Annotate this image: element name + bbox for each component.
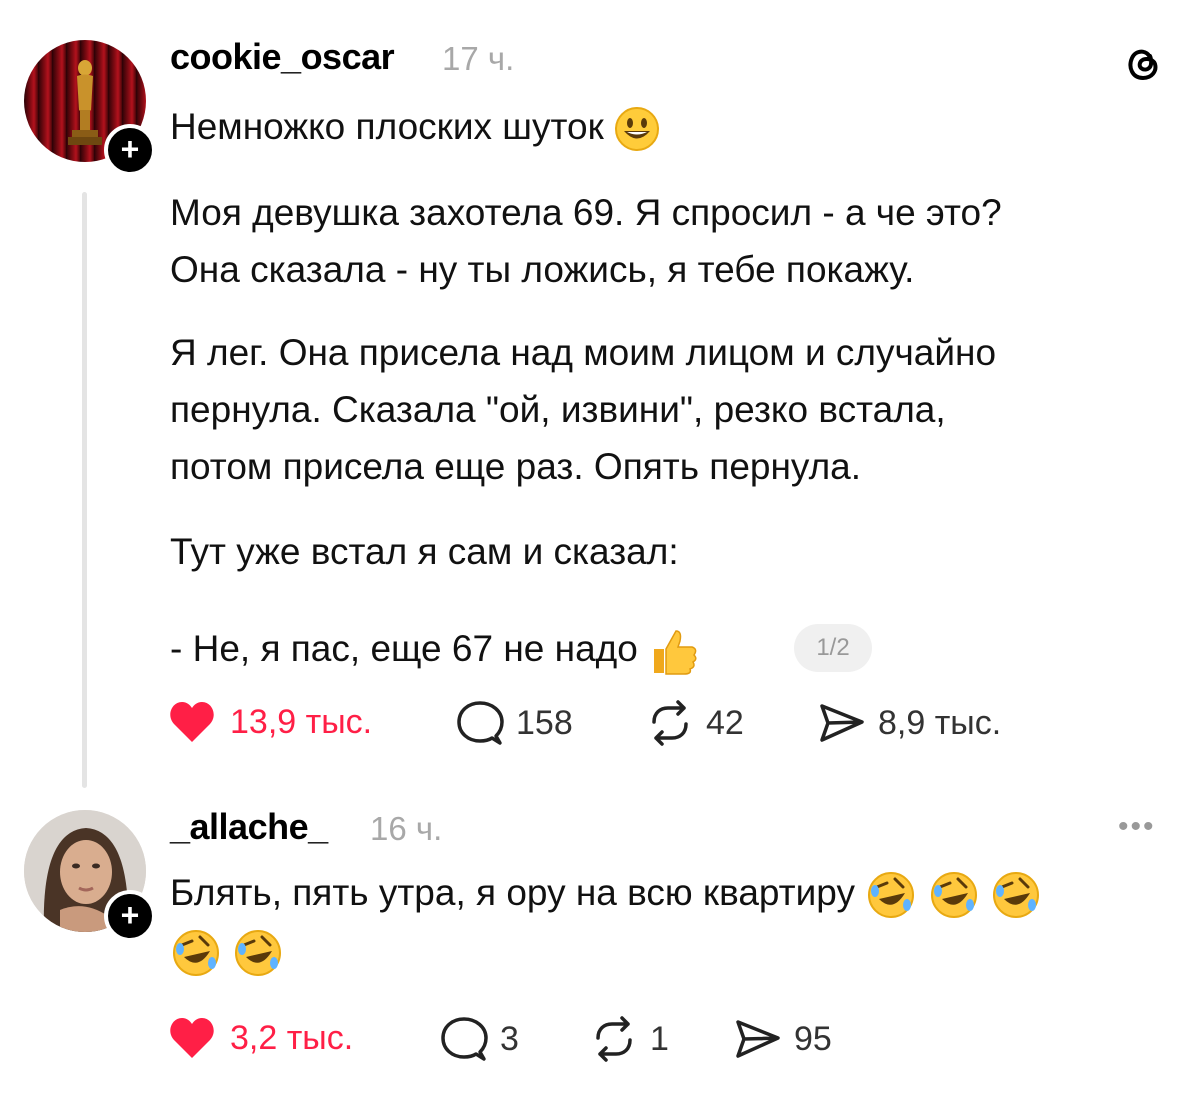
post-heading: Немножко плоских шуток [170, 106, 604, 147]
comment-button[interactable]: 158 [456, 700, 573, 746]
repost-count: 1 [650, 1019, 669, 1058]
thread-line [82, 192, 87, 788]
share-count: 8,9 тыс. [878, 703, 1002, 742]
like-button[interactable]: 3,2 тыс. [168, 1016, 353, 1060]
comment-count: 158 [516, 703, 573, 742]
reply-text: Блять, пять утра, я ору на всю квартиру [170, 872, 855, 913]
follow-button[interactable]: + [104, 124, 156, 176]
post-text-line: Тут уже встал я сам и сказал: [170, 531, 679, 572]
rolling-on-floor-laughing-icon [992, 872, 1039, 919]
share-count: 95 [794, 1019, 832, 1058]
rolling-on-floor-laughing-icon [235, 930, 282, 977]
post-username[interactable]: cookie_oscar [170, 36, 395, 78]
grinning-face-icon [615, 107, 660, 152]
heart-icon [170, 702, 214, 742]
follow-button[interactable]: + [104, 890, 156, 942]
more-options-icon[interactable]: ••• [1118, 810, 1156, 844]
like-count: 13,9 тыс. [230, 702, 373, 741]
send-icon [820, 704, 864, 742]
comment-count: 3 [500, 1019, 519, 1058]
repost-icon [596, 1016, 632, 1062]
carousel-pager: 1/2 [794, 624, 872, 672]
threads-icon[interactable] [1120, 40, 1166, 86]
post-text-line: Она сказала - ну ты ложись, я тебе покаж… [170, 249, 915, 290]
comment-bubble-icon [457, 701, 504, 745]
send-icon [736, 1020, 780, 1058]
reply-text-line: Блять, пять утра, я ору на всю квартиру [170, 866, 1042, 921]
post-text-line: пернула. Сказала "ой, извини", резко вст… [170, 389, 946, 430]
repost-button[interactable]: 1 [590, 1016, 669, 1062]
post-text-line: - Не, я пас, еще 67 не надо [170, 628, 638, 669]
reply-time: 16 ч. [370, 810, 443, 847]
post-text-line: Я лег. Она присела над моим лицом и случ… [170, 332, 997, 373]
repost-count: 42 [706, 703, 744, 742]
comment-bubble-icon [441, 1017, 488, 1061]
share-button[interactable]: 95 [734, 1016, 832, 1062]
post-time: 17 ч. [442, 40, 515, 77]
reply-emoji-line [170, 924, 284, 979]
post-last-line: - Не, я пас, еще 67 не надо [170, 622, 700, 677]
rolling-on-floor-laughing-icon [868, 872, 915, 919]
thumbs-up-icon [654, 630, 697, 675]
repost-button[interactable]: 42 [646, 700, 744, 746]
repost-icon [652, 700, 688, 746]
like-count: 3,2 тыс. [230, 1018, 354, 1057]
post-text-line: потом присела еще раз. Опять пернула. [170, 446, 862, 487]
reply-username[interactable]: _allache_ [170, 806, 328, 848]
share-button[interactable]: 8,9 тыс. [818, 700, 1001, 746]
rolling-on-floor-laughing-icon [173, 930, 219, 977]
heart-icon [170, 1018, 214, 1058]
comment-button[interactable]: 3 [440, 1016, 519, 1062]
like-button[interactable]: 13,9 тыс. [168, 700, 372, 744]
post-heading-line: Немножко плоских шуток [170, 100, 660, 154]
post-text-line: Моя девушка захотела 69. Я спросил - а ч… [170, 192, 1002, 233]
rolling-on-floor-laughing-icon [930, 872, 977, 919]
